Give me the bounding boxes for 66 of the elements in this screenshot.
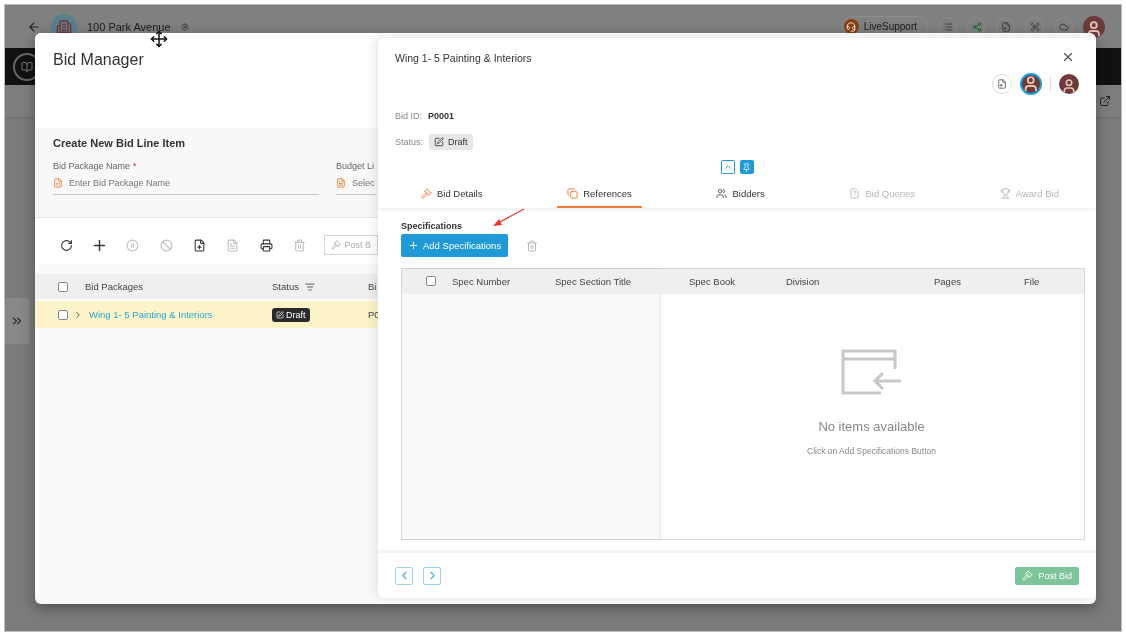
gavel-icon	[330, 240, 341, 250]
input-field[interactable]: Enter Bid Package Name	[53, 178, 319, 195]
bid-id: P0001	[428, 111, 455, 121]
column-header[interactable]: Bid Packages	[85, 281, 144, 292]
status-badge: Draft	[429, 134, 473, 150]
checkbox[interactable]	[58, 309, 68, 320]
column-header[interactable]: Bi	[368, 281, 377, 292]
field-label: Bid Package Name *	[53, 161, 138, 171]
column-header[interactable]: Status	[272, 281, 299, 292]
back-icon[interactable]	[27, 19, 41, 34]
pin-icon	[742, 162, 751, 172]
package-icon	[53, 178, 63, 188]
question-icon	[849, 187, 861, 199]
status-badge: Draft	[272, 307, 310, 322]
empty-hint: Click on Add Specifications Button	[807, 446, 936, 456]
next-button[interactable]	[423, 566, 441, 585]
chevron-up-icon	[722, 162, 733, 172]
column-header[interactable]: Spec Book	[689, 276, 735, 287]
tab[interactable]: Bidders	[706, 180, 775, 208]
column-header[interactable]: Spec Number	[452, 276, 511, 287]
user-avatar[interactable]	[1020, 73, 1042, 95]
field-label: Budget Li	[336, 161, 376, 171]
column-header[interactable]: Pages	[934, 276, 961, 287]
settings-icon[interactable]	[180, 22, 189, 31]
edit-icon	[276, 310, 284, 319]
move-cursor-icon	[150, 30, 168, 48]
column-header[interactable]: File	[1024, 276, 1040, 287]
window-arrow-icon	[840, 349, 903, 395]
user-avatar[interactable]	[1083, 15, 1105, 38]
section-title: Specifications	[401, 221, 464, 233]
close-button[interactable]	[1061, 50, 1075, 64]
edit-icon	[434, 137, 444, 147]
user-avatar[interactable]	[1059, 74, 1079, 94]
status-label: Status:	[395, 137, 423, 147]
tab[interactable]: Bid Details	[411, 180, 493, 208]
gavel-icon	[421, 187, 432, 199]
gavel-icon	[1022, 570, 1034, 581]
project-name[interactable]: 100 Park Avenue	[87, 20, 171, 33]
pin-button[interactable]	[739, 160, 754, 174]
expand-icon[interactable]	[73, 309, 83, 320]
copy-icon	[567, 187, 579, 199]
previous-button[interactable]	[395, 566, 413, 585]
input-field[interactable]: Selec	[336, 178, 376, 195]
expand-sidebar-button[interactable]	[5, 298, 29, 344]
section-title: Create New Bid Line Item	[53, 137, 187, 149]
trophy-icon	[999, 187, 1011, 199]
double-chevron-icon	[10, 314, 24, 328]
file-input-icon	[997, 79, 1007, 89]
filter-icon[interactable]	[304, 281, 315, 292]
tab[interactable]: References	[557, 180, 642, 208]
column-header[interactable]: Spec Section Title	[555, 276, 632, 287]
plus-icon	[408, 240, 419, 251]
column-header[interactable]: Division	[786, 276, 820, 287]
bid-id-label: Bid ID:	[395, 111, 422, 121]
checkbox[interactable]	[58, 281, 68, 292]
collapse-button[interactable]	[720, 160, 735, 174]
budget-icon	[336, 178, 346, 188]
users-icon	[716, 187, 728, 199]
required-mark: *	[133, 161, 137, 171]
panel-title: Wing 1- 5 Painting & Interiors	[395, 51, 532, 64]
checkbox[interactable]	[426, 275, 436, 286]
dialog-title: Bid Manager	[53, 51, 145, 69]
external-link-icon[interactable]	[1099, 95, 1111, 107]
trash-icon[interactable]	[526, 239, 539, 252]
empty-title: No items available	[818, 419, 925, 434]
file-input-button[interactable]	[992, 74, 1012, 94]
